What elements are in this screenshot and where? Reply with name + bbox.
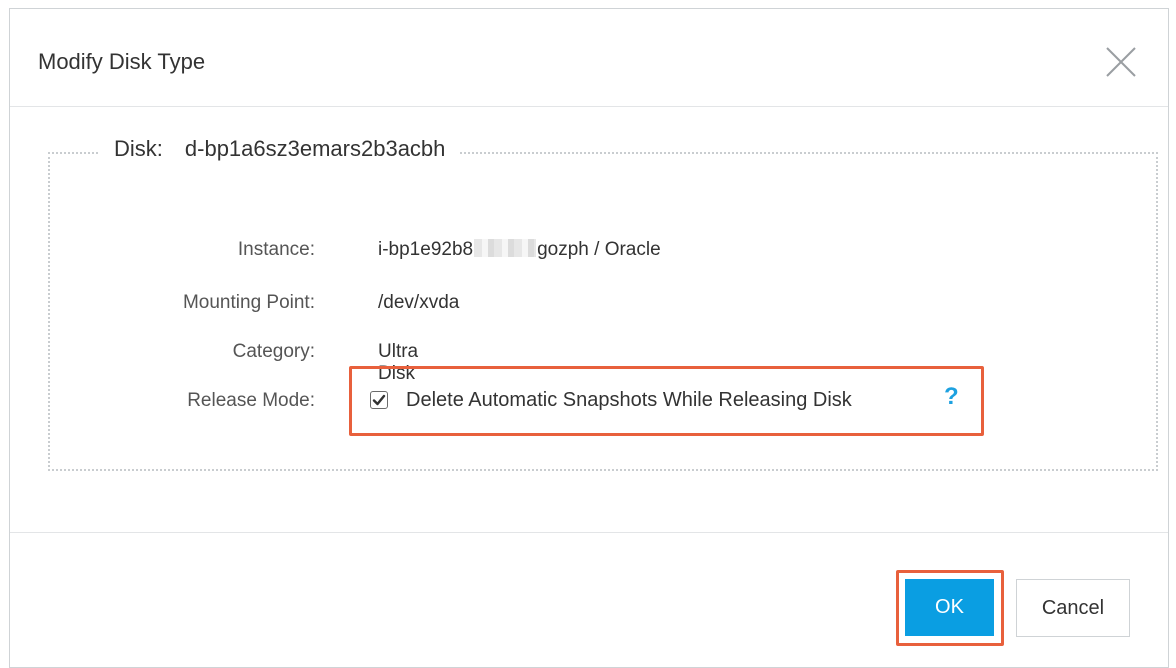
ok-button[interactable]: OK	[905, 579, 994, 636]
close-icon[interactable]	[1104, 45, 1138, 79]
dialog-header: Modify Disk Type	[10, 9, 1168, 107]
delete-snapshots-label[interactable]: Delete Automatic Snapshots While Releasi…	[406, 389, 852, 412]
release-mode-highlight: Delete Automatic Snapshots While Releasi…	[349, 366, 984, 436]
mounting-point-value: /dev/xvda	[378, 292, 460, 313]
modify-disk-dialog: Modify Disk Type Disk: d-bp1a6sz3emars2b3…	[9, 8, 1169, 668]
redacted-block	[474, 239, 537, 257]
instance-label: Instance:	[237, 239, 315, 260]
category-label: Category:	[232, 341, 315, 362]
cancel-button[interactable]: Cancel	[1016, 579, 1130, 637]
instance-value: i-bp1e92b8 gozph / Oracle	[378, 239, 661, 261]
checkmark-icon	[372, 394, 386, 406]
release-mode-label: Release Mode:	[187, 390, 315, 411]
instance-id-prefix: i-bp1e92b8	[378, 239, 474, 260]
mounting-point-label: Mounting Point:	[182, 292, 315, 313]
disk-label: Disk:	[114, 136, 163, 161]
disk-id: d-bp1a6sz3emars2b3acbh	[184, 136, 446, 161]
delete-snapshots-checkbox[interactable]	[370, 391, 388, 409]
dialog-title: Modify Disk Type	[38, 49, 206, 74]
footer-divider	[10, 532, 1168, 533]
instance-id-suffix: gozph / Oracle	[537, 239, 661, 260]
disk-legend: Disk: d-bp1a6sz3emars2b3acbh	[100, 136, 460, 162]
help-icon[interactable]: ?	[944, 383, 959, 411]
